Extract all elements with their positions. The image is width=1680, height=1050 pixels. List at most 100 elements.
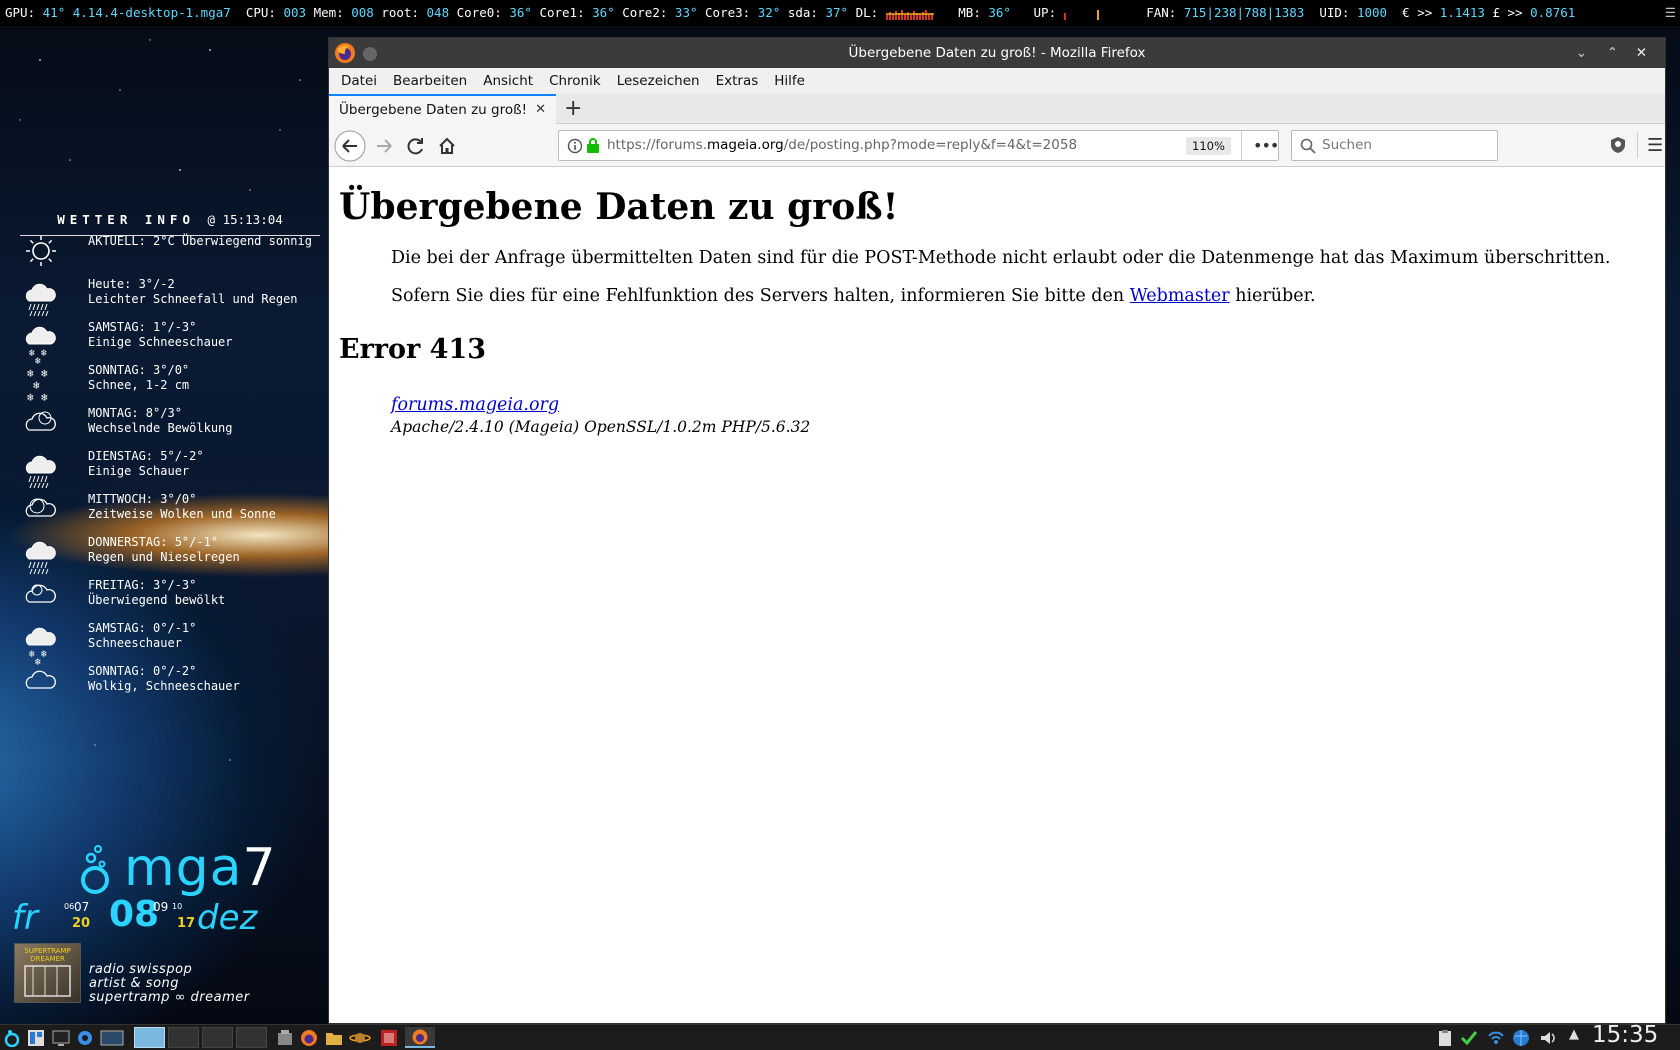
music-info: radio swisspop artist & song supertramp … (89, 963, 250, 1005)
server-signature: Apache/2.4.10 (Mageia) OpenSSL/1.0.2m PH… (391, 418, 811, 436)
weather-line-2: Wechselnde Bewölkung (88, 421, 233, 435)
desktop-switch-icon[interactable] (100, 1029, 126, 1047)
weather-line-1: SONNTAG: 0°/-2° (88, 664, 197, 678)
url-bar[interactable]: https://forums.mageia.org/de/posting.php… (558, 130, 1279, 161)
mageia-menu-icon[interactable] (3, 1029, 21, 1047)
tab-bar: Übergebene Daten zu groß! ✕ + (329, 94, 1665, 125)
back-button[interactable] (333, 124, 367, 167)
folder-icon[interactable] (325, 1029, 343, 1047)
taskbar-clock[interactable]: 15:35 (1592, 1022, 1658, 1048)
toolbar-divider (1637, 132, 1638, 158)
tab-active[interactable]: Übergebene Daten zu groß! ✕ (329, 94, 556, 125)
firefox-launcher-icon[interactable] (300, 1029, 318, 1047)
network-globe-icon[interactable] (1512, 1029, 1530, 1047)
home-button[interactable] (430, 124, 464, 167)
file-manager-icon[interactable] (27, 1029, 45, 1047)
weather-row: Heute: 3°/-2 Leichter Schneefall und Rege… (20, 277, 320, 321)
snow-showers-icon: ❄ ❄❄ (25, 627, 56, 665)
menu-item-datei[interactable]: Datei (333, 68, 385, 94)
weather-text: SONNTAG: 0°/-2° Wolkig, Schneeschauer (88, 664, 240, 694)
now-playing: supertramp ∞ dreamer (89, 990, 250, 1005)
zoom-indicator[interactable]: 110% (1186, 137, 1231, 155)
logo-text: mga (124, 838, 243, 898)
rain-icon (25, 541, 56, 575)
album-title: SUPERTRAMP DREAMER (24, 947, 71, 963)
weather-line-1: SAMSTAG: 1°/-3° (88, 320, 197, 334)
menu-item-extras[interactable]: Extras (708, 68, 767, 94)
weather-row: DIENSTAG: 5°/-2° Einige Schauer (20, 449, 320, 493)
year-suffix: 17 (177, 916, 196, 931)
window-titlebar[interactable]: Übergebene Daten zu groß! - Mozilla Fire… (329, 38, 1665, 68)
virtual-desktop-1[interactable] (134, 1027, 165, 1048)
weather-line-1: SONNTAG: 3°/0° (88, 363, 190, 377)
minimize-icon[interactable]: ⌄ (1576, 38, 1587, 68)
saturn-app-icon[interactable] (349, 1029, 371, 1047)
menu-item-bearbeiten[interactable]: Bearbeiten (385, 68, 475, 94)
tab-title: Übergebene Daten zu groß! (339, 102, 528, 118)
clipboard-icon[interactable] (1436, 1029, 1454, 1047)
weather-line-1: SAMSTAG: 0°/-1° (88, 621, 197, 635)
window-menu-button[interactable] (363, 47, 377, 61)
settings-gear-icon[interactable] (76, 1029, 94, 1047)
package-manager-icon[interactable] (276, 1029, 294, 1047)
privacy-badger-icon[interactable] (1609, 136, 1627, 154)
server-address-link[interactable]: forums.mageia.org (391, 395, 559, 415)
sun-cloud-icon (25, 498, 56, 517)
media-app-icon[interactable] (380, 1029, 398, 1047)
weather-text: Heute: 3°/-2 Leichter Schneefall und Rege… (88, 277, 298, 307)
artist-song-label: artist & song (89, 976, 180, 991)
hamburger-menu-icon[interactable]: ☰ (1665, 0, 1676, 26)
reload-button[interactable] (399, 124, 433, 167)
date-display: fr 06 07 20 08 09 10 17 dez (12, 894, 312, 938)
menu-item-lesezeichen[interactable]: Lesezeichen (609, 68, 708, 94)
weather-row: ❄ ❄ ❄ SAMSTAG: 0°/-1° Schneeschauer (20, 621, 320, 665)
window-title: Übergebene Daten zu groß! - Mozilla Fire… (848, 45, 1146, 61)
webmaster-link[interactable]: Webmaster (1130, 286, 1230, 306)
forward-button[interactable] (367, 124, 401, 167)
album-art: SUPERTRAMP DREAMER (14, 943, 81, 1003)
year-prefix: 20 (72, 916, 91, 931)
weather-text: AKTUELL: 2°C Überwiegend sonnig (88, 234, 312, 249)
new-tab-icon[interactable]: + (564, 94, 582, 124)
showers-icon (25, 455, 56, 489)
snow-icon: ❄ ❄❄❄ ❄ (27, 367, 48, 404)
lock-icon[interactable] (586, 137, 600, 153)
volume-icon[interactable] (1539, 1029, 1557, 1047)
menu-item-ansicht[interactable]: Ansicht (475, 68, 541, 94)
tab-close-icon[interactable]: ✕ (535, 96, 546, 124)
mageia-logo: mga7 (80, 838, 277, 898)
wifi-icon[interactable] (1487, 1029, 1505, 1047)
app-menu-icon[interactable]: ☰ (1647, 124, 1663, 167)
search-bar[interactable]: Suchen (1291, 130, 1498, 161)
virtual-desktop-3[interactable] (202, 1027, 233, 1048)
page-heading: Übergebene Daten zu groß! (339, 186, 899, 228)
svg-text:❄: ❄ (41, 391, 48, 404)
tray-expand-icon[interactable]: ▲ (1569, 1027, 1579, 1042)
weather-text: DONNERSTAG: 5°/-1° Regen und Nieselregen (88, 535, 240, 565)
firefox-icon[interactable] (334, 42, 356, 64)
menu-item-hilfe[interactable]: Hilfe (766, 68, 813, 94)
weather-title: WETTER INFO @ 15:13:04 (20, 212, 320, 236)
cloud-icon (25, 670, 56, 689)
mostly-cloudy-icon (25, 584, 56, 603)
taskbar: ▲ 15:35 (0, 1022, 1680, 1050)
weather-row: AKTUELL: 2°C Überwiegend sonnig (20, 234, 320, 278)
snow-rain-icon (25, 283, 56, 317)
firefox-task-button[interactable] (405, 1027, 435, 1048)
weather-row: MITTWOCH: 3°/0° Zeitweise Wolken und Sonn… (20, 492, 320, 536)
terminal-icon[interactable] (52, 1029, 70, 1047)
maximize-icon[interactable]: ⌃ (1607, 38, 1618, 68)
url-divider (1241, 131, 1242, 160)
weather-widget: WETTER INFO @ 15:13:04 AKTUELL: 2°C Über… (20, 212, 320, 693)
weather-line-2: Einige Schneeschauer (88, 335, 233, 349)
virtual-desktop-2[interactable] (168, 1027, 199, 1048)
page-actions-icon[interactable]: ••• (1253, 131, 1279, 160)
close-icon[interactable]: ✕ (1636, 38, 1647, 68)
update-icon[interactable] (1460, 1029, 1478, 1047)
info-icon[interactable] (567, 138, 583, 154)
system-monitor-bar: GPU: 41° 4.14.4-desktop-1.mga7 CPU: 003 … (0, 0, 1680, 26)
virtual-desktop-4[interactable] (236, 1027, 267, 1048)
weather-line-1: MITTWOCH: 3°/0° (88, 492, 197, 506)
search-icon (1300, 138, 1316, 154)
menu-item-chronik[interactable]: Chronik (541, 68, 609, 94)
